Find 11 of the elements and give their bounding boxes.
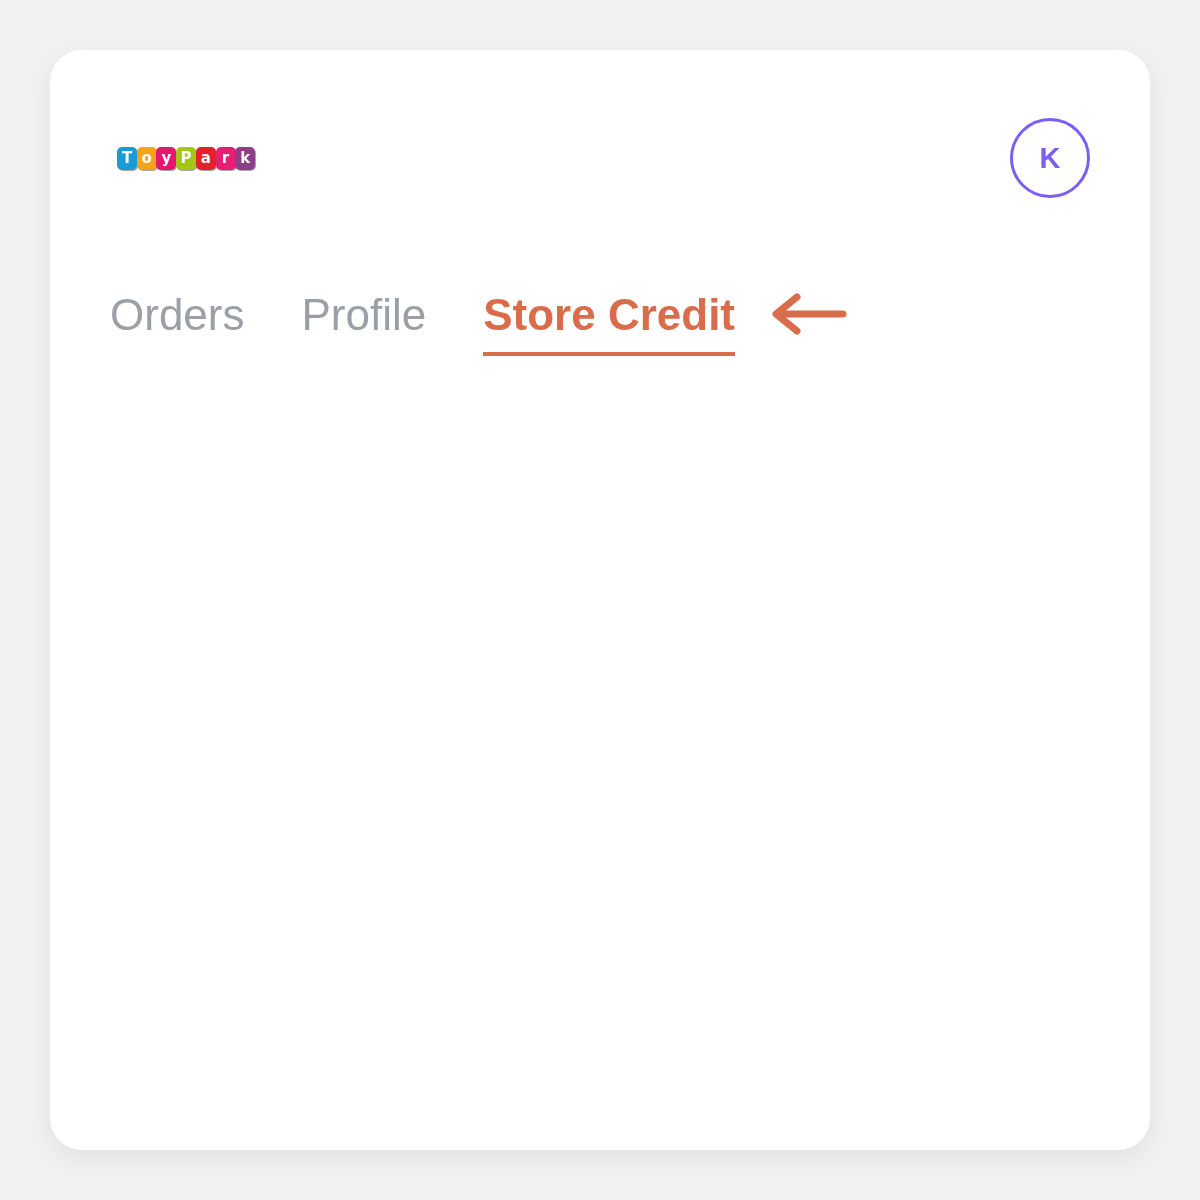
logo-letter-tile: r xyxy=(215,146,236,170)
logo-letter-tile: a xyxy=(195,146,216,170)
logo-letter-tile: o xyxy=(136,146,157,170)
tab[interactable]: Profile xyxy=(301,289,427,356)
logo-letter-tile: T xyxy=(117,146,137,170)
tab[interactable]: Store Credit xyxy=(483,289,736,356)
logo-letter-tile: k xyxy=(235,146,256,170)
avatar[interactable]: K xyxy=(1010,118,1090,198)
tab[interactable]: Orders xyxy=(110,289,245,356)
logo-letter-tile: P xyxy=(176,146,197,170)
logo-letter-tile: y xyxy=(156,146,177,170)
